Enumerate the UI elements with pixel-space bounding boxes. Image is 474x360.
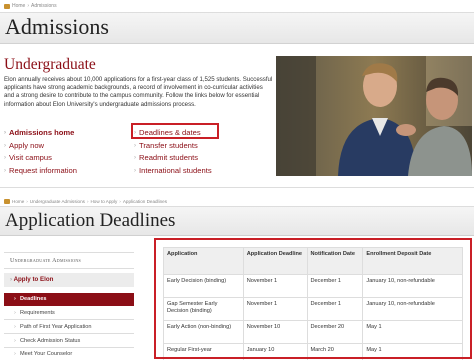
breadcrumb-home[interactable]: Home [12, 199, 24, 204]
link-label: International students [139, 166, 212, 175]
sidebar-item-requirements[interactable]: › Requirements [4, 310, 134, 316]
breadcrumb-level1[interactable]: Undergraduate Admissions [30, 199, 85, 204]
link-label: Visit campus [9, 153, 52, 162]
highlight-box-deadlines-table [154, 238, 472, 359]
chevron-right-icon: › [4, 167, 6, 174]
chevron-right-icon: › [4, 142, 6, 149]
page-title-deadlines: Application Deadlines [5, 210, 176, 231]
link-transfer-students[interactable]: › Transfer students [134, 141, 198, 150]
link-label: Transfer students [139, 141, 198, 150]
chevron-right-icon: › [14, 351, 16, 357]
sidebar-item-apply-to-elon[interactable]: › Apply to Elon [4, 273, 134, 287]
sidebar-divider [4, 268, 134, 269]
breadcrumb: Home › Admissions [4, 3, 57, 9]
breadcrumb-deadlines: Home › Undergraduate Admissions › How to… [4, 199, 167, 204]
breadcrumb-separator: › [86, 199, 89, 204]
sidebar-divider [4, 252, 134, 253]
sidebar-divider [4, 333, 134, 334]
home-icon[interactable] [4, 3, 10, 9]
breadcrumb-separator: › [119, 199, 121, 204]
chevron-right-icon: › [134, 142, 136, 149]
link-international-students[interactable]: › International students [134, 166, 212, 175]
breadcrumb-level2[interactable]: How to Apply [90, 199, 117, 204]
link-label: Readmit students [139, 153, 199, 162]
intro-paragraph: Elon annually receives about 10,000 appl… [4, 76, 273, 108]
sidebar-item-label: Meet Your Counselor [20, 351, 73, 357]
sidebar-item-path-first-year[interactable]: › Path of First Year Application [4, 324, 134, 330]
sidebar-item-check-status[interactable]: › Check Admission Status [4, 338, 134, 344]
chevron-right-icon: › [14, 324, 16, 330]
chevron-down-icon: › [10, 276, 13, 283]
sidebar-item-label: Deadlines [20, 296, 47, 302]
chevron-right-icon: › [14, 296, 16, 302]
breadcrumb-current: Admissions [31, 3, 57, 9]
chevron-right-icon: › [134, 167, 136, 174]
breadcrumb-current: Application Deadlines [122, 199, 168, 204]
breadcrumb-separator: › [27, 3, 30, 9]
highlight-box-deadlines-link [131, 123, 219, 139]
students-photo [276, 56, 472, 176]
link-label: Admissions home [9, 128, 75, 137]
sidebar-title[interactable]: Undergraduate Admissions [10, 258, 81, 264]
section-divider [0, 187, 474, 188]
sidebar-item-deadlines[interactable]: › Deadlines [4, 293, 134, 306]
breadcrumb-home[interactable]: Home [12, 3, 25, 9]
link-readmit-students[interactable]: › Readmit students [134, 153, 198, 162]
section-heading: Undergraduate [4, 56, 96, 73]
home-icon[interactable] [4, 199, 10, 204]
chevron-right-icon: › [14, 310, 16, 316]
breadcrumb-separator: › [26, 199, 28, 204]
chevron-right-icon: › [134, 154, 136, 161]
link-apply-now[interactable]: › Apply now [4, 141, 44, 150]
link-label: Request information [9, 166, 77, 175]
link-admissions-home[interactable]: › Admissions home [4, 128, 74, 137]
sidebar-divider [4, 347, 134, 348]
sidebar-item-meet-counselor[interactable]: › Meet Your Counselor [4, 351, 134, 357]
sidebar-item-label: Check Admission Status [20, 338, 81, 344]
sidebar-divider [4, 319, 134, 320]
link-label: Apply now [9, 141, 45, 150]
page-title: Admissions [5, 14, 109, 39]
chevron-right-icon: › [14, 338, 16, 344]
chevron-right-icon: › [4, 154, 6, 161]
page-header-deadlines: Application Deadlines [0, 206, 474, 236]
page-header: Admissions [0, 12, 474, 44]
link-request-information[interactable]: › Request information [4, 166, 77, 175]
sidebar-item-label: Requirements [20, 310, 55, 316]
chevron-right-icon: › [4, 129, 6, 136]
sidebar-item-label: Apply to Elon [13, 276, 54, 283]
link-visit-campus[interactable]: › Visit campus [4, 153, 52, 162]
sidebar-item-label: Path of First Year Application [20, 324, 92, 330]
